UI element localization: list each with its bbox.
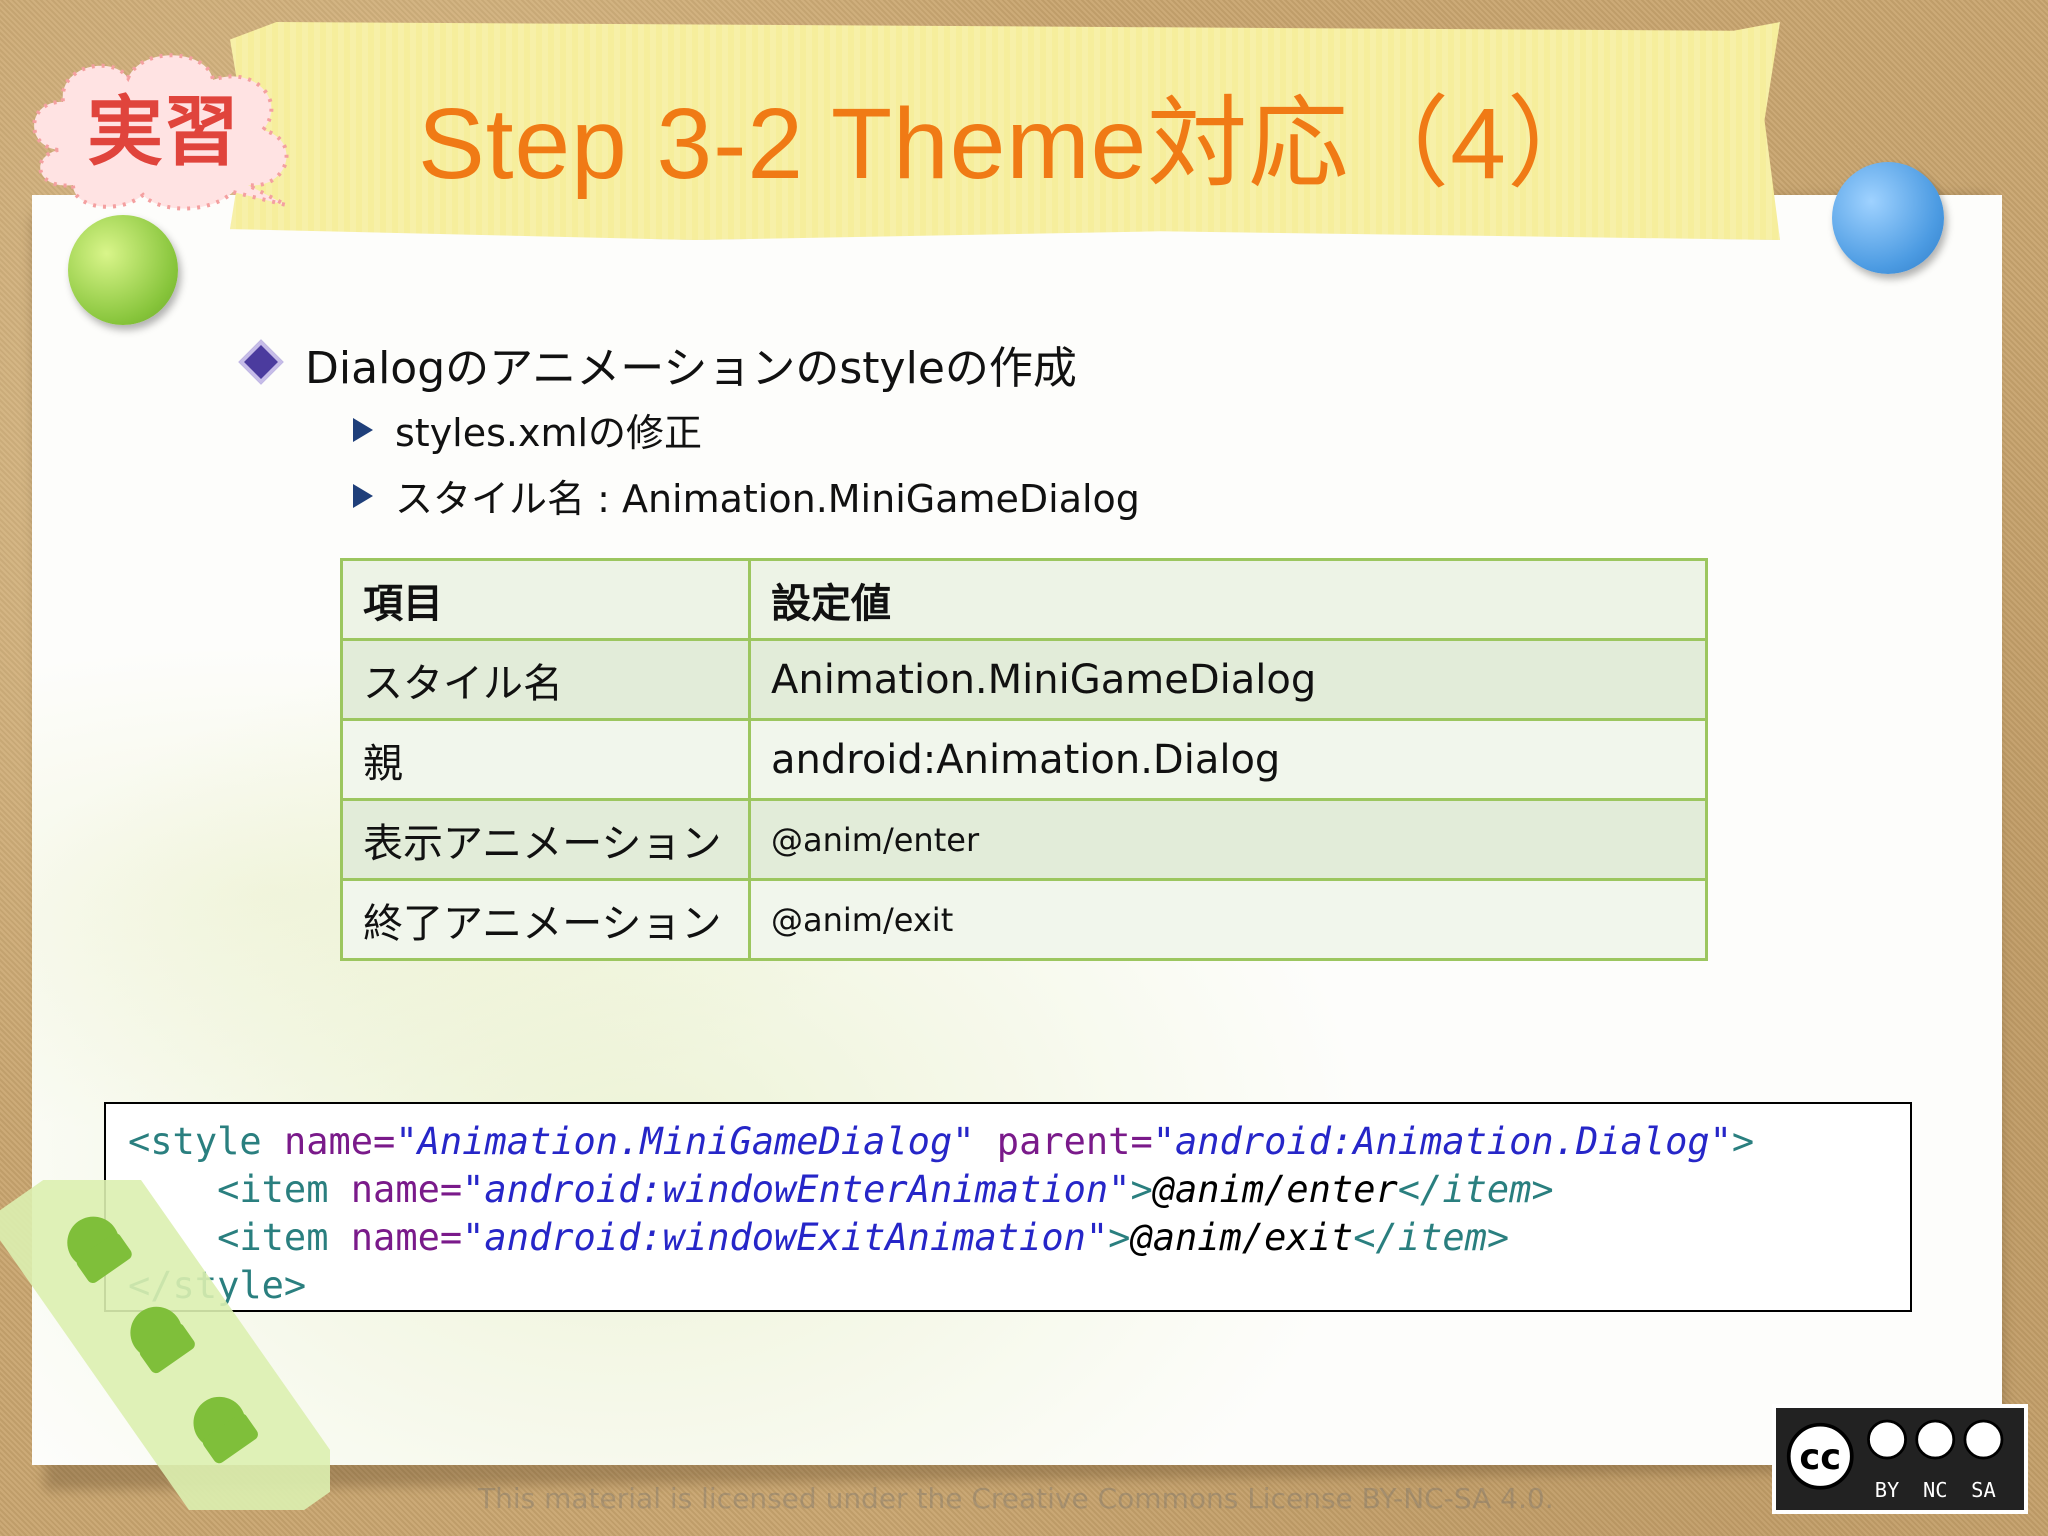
code-tag: </item> [1397, 1168, 1554, 1211]
table-cell-key: スタイル名 [340, 638, 751, 721]
badge-text: 実習 [87, 87, 239, 176]
code-tag: <style [128, 1120, 284, 1163]
code-text: @anim/exit [1130, 1216, 1354, 1259]
android-robot-icon [0, 1180, 330, 1510]
table-header-cell: 設定値 [748, 558, 1708, 641]
settings-table: 項目 設定値 スタイル名 Animation.MiniGameDialog 親 … [340, 558, 1708, 961]
table-row: スタイル名 Animation.MiniGameDialog [340, 638, 1708, 721]
code-value: "android:Animation.Dialog" [1152, 1120, 1732, 1163]
code-text: @anim/enter [1152, 1168, 1398, 1211]
cc-label-by: BY [1875, 1478, 1900, 1502]
table-header-row: 項目 設定値 [340, 558, 1708, 641]
blue-pushpin-icon [1832, 162, 1944, 274]
bullet-sub-1-text: styles.xmlの修正 [395, 411, 703, 455]
code-value: "Animation.MiniGameDialog" [395, 1120, 975, 1163]
cc-label-sa: SA [1971, 1478, 1996, 1502]
table-cell-key: 終了アニメーション [340, 878, 751, 961]
table-row: 表示アニメーション @anim/enter [340, 798, 1708, 881]
cc-mark: cc [1799, 1437, 1841, 1478]
page-title: Step 3-2 Theme対応（4） [418, 88, 1608, 200]
green-pushpin-icon [68, 215, 178, 325]
table-cell-key: 親 [340, 718, 751, 801]
bullet-main: Dialogのアニメーションのstyleの作成 [238, 332, 1077, 396]
table-row: 親 android:Animation.Dialog [340, 718, 1708, 801]
code-tag: </item> [1353, 1216, 1510, 1259]
code-block: <style name="Animation.MiniGameDialog" p… [104, 1102, 1912, 1312]
code-line-4: </style> [128, 1262, 1910, 1310]
code-attr: name= [350, 1216, 463, 1259]
table-cell-value: Animation.MiniGameDialog [748, 638, 1708, 721]
bullet-main-text: Dialogのアニメーションのstyleの作成 [305, 343, 1077, 394]
table-header-cell: 項目 [340, 558, 751, 641]
cc-label-nc: NC [1923, 1478, 1948, 1502]
table-cell-value: @anim/exit [748, 878, 1708, 961]
code-tag: > [1130, 1168, 1153, 1211]
triangle-bullet-icon [353, 418, 373, 442]
bullet-sub-2-text: スタイル名 : Animation.MiniGameDialog [395, 477, 1140, 521]
creative-commons-icon[interactable]: cc BY NC SA [1772, 1404, 2028, 1514]
license-footer: This material is licensed under the Crea… [478, 1482, 1554, 1515]
code-tag: > [1108, 1216, 1131, 1259]
code-value: "android:windowEnterAnimation" [462, 1168, 1131, 1211]
triangle-bullet-icon [353, 484, 373, 508]
table-cell-value: @anim/enter [748, 798, 1708, 881]
cloud-badge-icon: 実習 [32, 53, 289, 211]
code-value: "android:windowExitAnimation" [462, 1216, 1109, 1259]
code-tag: > [1731, 1120, 1755, 1163]
code-line-3: <item name="android:windowExitAnimation"… [128, 1214, 1910, 1262]
code-line-1: <style name="Animation.MiniGameDialog" p… [128, 1118, 1910, 1166]
bullet-sub-2: スタイル名 : Animation.MiniGameDialog [353, 468, 1140, 523]
code-attr: name= [350, 1168, 463, 1211]
table-row: 終了アニメーション @anim/exit [340, 878, 1708, 961]
code-attr: parent= [974, 1120, 1153, 1163]
table-cell-value: android:Animation.Dialog [748, 718, 1708, 801]
code-line-2: <item name="android:windowEnterAnimation… [128, 1166, 1910, 1214]
table-cell-key: 表示アニメーション [340, 798, 751, 881]
bullet-sub-1: styles.xmlの修正 [353, 402, 703, 457]
code-attr: name= [283, 1120, 396, 1163]
